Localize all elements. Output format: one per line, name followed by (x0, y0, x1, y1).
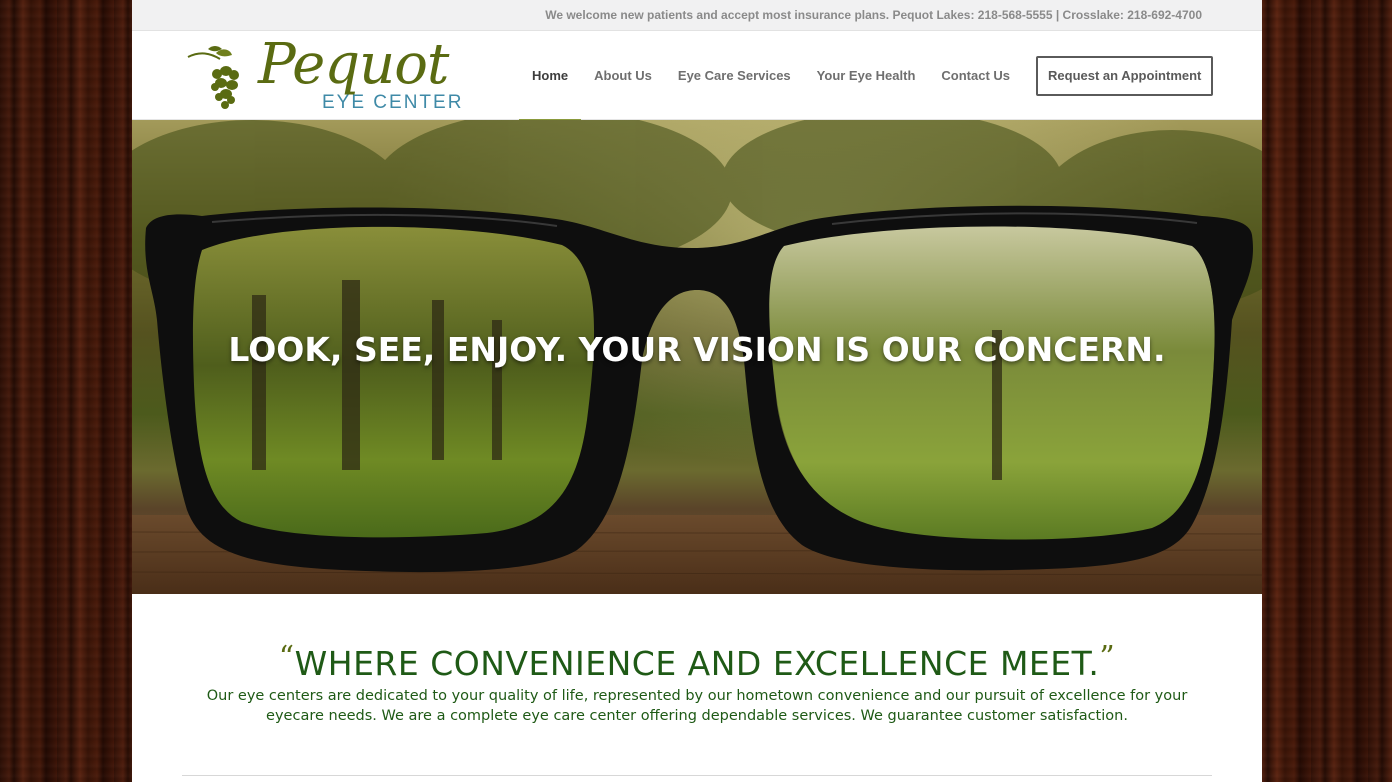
pinecone-icon (187, 46, 239, 109)
main-nav: Home About Us Eye Care Services Your Eye… (519, 31, 1214, 121)
intro-heading: “WHERE CONVENIENCE AND EXCELLENCE MEET.” (132, 640, 1262, 683)
close-quote-mark: ” (1099, 640, 1116, 675)
intro-section: “WHERE CONVENIENCE AND EXCELLENCE MEET.”… (132, 594, 1262, 782)
request-appointment-button[interactable]: Request an Appointment (1036, 55, 1214, 96)
intro-body: Our eye centers are dedicated to your qu… (206, 688, 1188, 724)
nav-item-home[interactable]: Home (519, 31, 582, 121)
open-quote-mark: “ (278, 640, 295, 675)
section-divider (182, 775, 1212, 776)
top-info-text: We welcome new patients and accept most … (545, 8, 1202, 22)
nav-item-about-us[interactable]: About Us (581, 31, 665, 120)
hero-headline: LOOK, SEE, ENJOY. YOUR VISION IS OUR CON… (228, 330, 1166, 369)
nav-item-contact-us[interactable]: Contact Us (928, 31, 1023, 120)
intro-heading-text: WHERE CONVENIENCE AND EXCELLENCE MEET. (294, 644, 1100, 683)
page-container: We welcome new patients and accept most … (132, 0, 1262, 782)
hero-banner: LOOK, SEE, ENJOY. YOUR VISION IS OUR CON… (132, 120, 1262, 594)
nav-item-your-eye-health[interactable]: Your Eye Health (804, 31, 929, 120)
logo-script-text: Pequot (258, 32, 449, 97)
nav-item-eye-care-services[interactable]: Eye Care Services (665, 31, 804, 120)
top-info-bar: We welcome new patients and accept most … (132, 0, 1262, 31)
site-logo[interactable]: Pequot EYE CENTER (186, 32, 476, 115)
logo-sub-text: EYE CENTER (322, 92, 464, 113)
site-header: Pequot EYE CENTER Home About Us Eye Care… (132, 31, 1262, 121)
